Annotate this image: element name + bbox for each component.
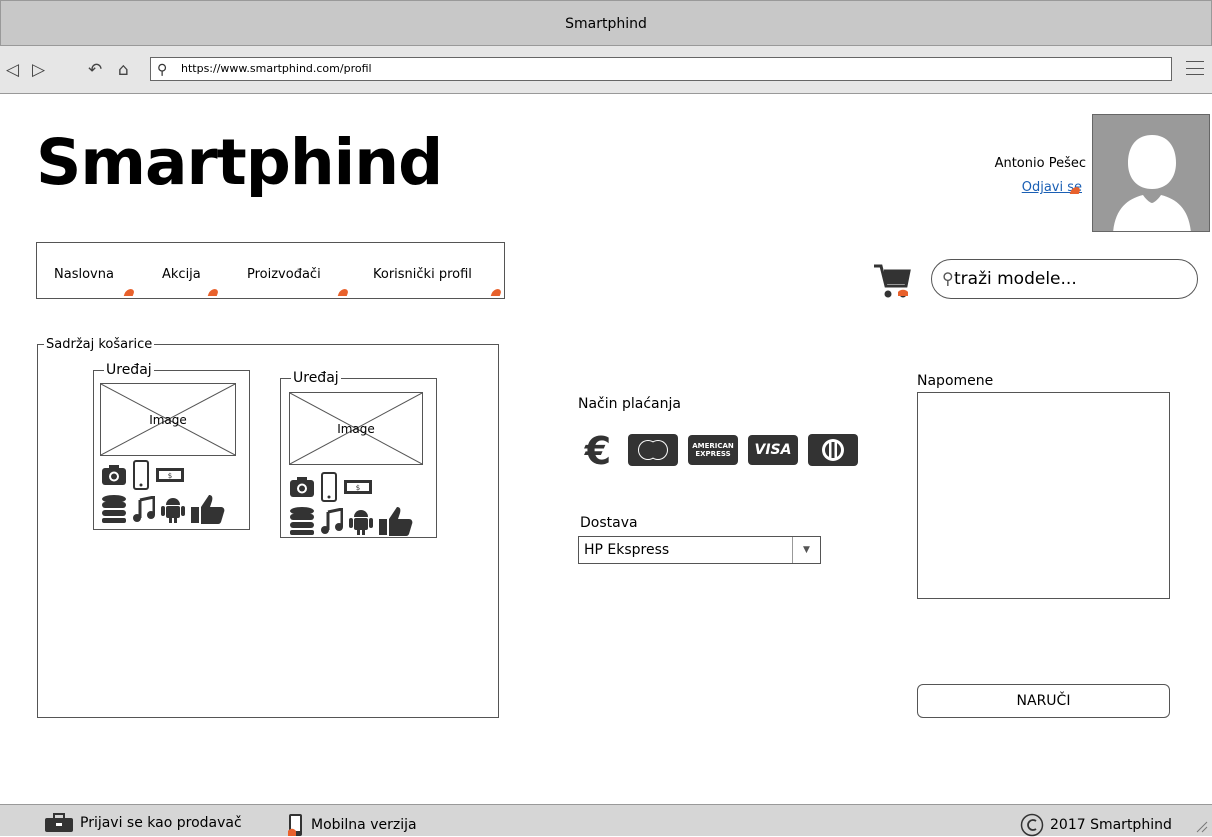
window-titlebar: Smartphind: [0, 0, 1212, 46]
search-input[interactable]: ⚲ traži modele...: [931, 259, 1198, 299]
avatar: [1092, 114, 1210, 232]
device-title: Uređaj: [293, 370, 339, 386]
payment-methods: € AMERICAN EXPRESS VISA: [578, 432, 858, 468]
link-marker-icon: [207, 289, 220, 296]
device-title: Uređaj: [106, 362, 152, 378]
camera-icon: [290, 477, 314, 497]
device-image: Image: [289, 392, 423, 465]
camera-icon: [102, 465, 126, 485]
main-nav: Naslovna Akcija Proizvođači Korisnički p…: [36, 242, 505, 299]
delivery-select[interactable]: HP Ekspress ▼: [578, 536, 821, 564]
notes-label: Napomene: [917, 373, 994, 389]
mastercard-icon[interactable]: [628, 434, 678, 466]
search-placeholder: traži modele...: [954, 269, 1077, 289]
seller-login-label: Prijavi se kao prodavač: [80, 815, 242, 831]
user-silhouette-icon: [1113, 135, 1191, 231]
image-label: Image: [337, 421, 375, 436]
thumbs-up-icon: [191, 495, 225, 524]
window-title: Smartphind: [565, 16, 647, 32]
mobile-version-label: Mobilna verzija: [311, 817, 417, 833]
briefcase-icon: [45, 813, 73, 832]
payment-label: Način plaćanja: [578, 396, 681, 412]
nav-item-korisnicki-profil[interactable]: Korisnički profil: [373, 267, 472, 282]
svg-text:$: $: [168, 472, 172, 480]
storage-icon: [102, 495, 126, 523]
phone-icon: [133, 460, 149, 490]
thumbs-up-icon: [379, 507, 413, 536]
link-marker-icon: [123, 289, 136, 296]
mobile-version-link[interactable]: Mobilna verzija: [287, 813, 417, 837]
image-label: Image: [149, 412, 187, 427]
search-icon: ⚲: [942, 269, 954, 288]
site-logo[interactable]: Smartphind: [36, 126, 443, 199]
hamburger-menu-icon[interactable]: [1186, 61, 1204, 75]
amex-icon[interactable]: AMERICAN EXPRESS: [688, 435, 738, 465]
chevron-down-icon[interactable]: ▼: [792, 537, 820, 563]
phone-icon: [321, 472, 337, 502]
browser-toolbar: ◁ ▷ ↶ ⌂ ⚲ https://www.smartphind.com/pro…: [0, 46, 1212, 94]
diners-icon[interactable]: [808, 434, 858, 466]
device-feature-row: $: [101, 460, 185, 490]
back-icon[interactable]: ◁: [6, 60, 19, 80]
copyright-icon: [1020, 813, 1044, 837]
device-feature-row: [101, 494, 225, 524]
svg-text:$: $: [356, 484, 360, 492]
mobile-phone-icon: [288, 814, 302, 836]
nav-item-akcija[interactable]: Akcija: [162, 267, 201, 282]
shopping-cart-icon[interactable]: [872, 262, 912, 302]
search-icon: ⚲: [157, 62, 168, 78]
nav-item-proizvodaci[interactable]: Proizvođači: [247, 267, 321, 282]
forward-icon[interactable]: ▷: [32, 60, 45, 80]
visa-icon[interactable]: VISA: [748, 435, 798, 465]
amex-text: AMERICAN EXPRESS: [692, 442, 734, 458]
money-icon: $: [344, 480, 372, 494]
link-marker-icon: [490, 289, 503, 296]
android-icon: [349, 510, 373, 535]
delivery-label: Dostava: [580, 515, 638, 531]
resize-grip-icon[interactable]: [1196, 821, 1208, 833]
svg-text:€: €: [584, 432, 611, 468]
euro-icon[interactable]: €: [578, 432, 618, 468]
device-feature-row: $: [289, 472, 373, 502]
notes-textarea[interactable]: [917, 392, 1170, 599]
nav-item-naslovna[interactable]: Naslovna: [54, 267, 114, 282]
footer: Prijavi se kao prodavač Mobilna verzija …: [0, 804, 1212, 837]
android-icon: [161, 498, 185, 523]
delivery-selected: HP Ekspress: [584, 542, 670, 558]
storage-icon: [290, 507, 314, 535]
reload-icon[interactable]: ↶: [88, 60, 102, 80]
seller-login-link[interactable]: Prijavi se kao prodavač: [44, 813, 242, 833]
music-icon: [133, 496, 155, 522]
order-button[interactable]: NARUČI: [917, 684, 1170, 718]
link-marker-icon: [337, 289, 350, 296]
url-text: https://www.smartphind.com/profil: [181, 62, 372, 75]
user-name: Antonio Pešec: [994, 156, 1086, 171]
home-icon[interactable]: ⌂: [118, 60, 129, 80]
visa-text: VISA: [754, 442, 792, 458]
music-icon: [321, 508, 343, 534]
cart-content-title: Sadržaj košarice: [46, 337, 153, 352]
copyright-text: 2017 Smartphind: [1050, 817, 1172, 833]
copyright: 2017 Smartphind: [1020, 813, 1172, 837]
device-feature-row: [289, 506, 413, 536]
address-bar[interactable]: ⚲ https://www.smartphind.com/profil: [150, 57, 1172, 81]
device-image: Image: [100, 383, 236, 456]
money-icon: $: [156, 468, 184, 482]
